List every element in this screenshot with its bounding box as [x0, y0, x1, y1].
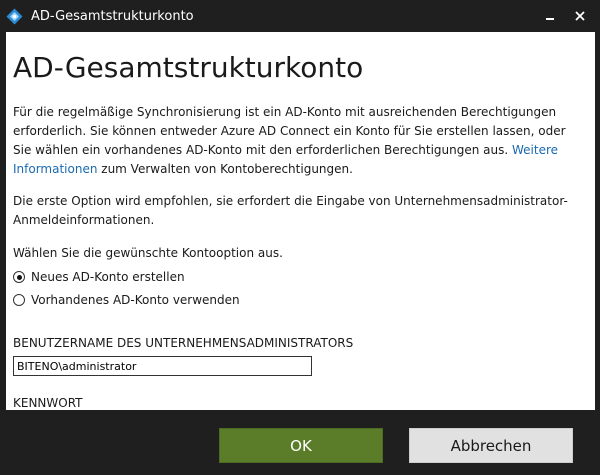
username-label: BENUTZERNAME DES UNTERNEHMENSADMINISTRAT…: [13, 336, 354, 350]
recommendation-paragraph: Die erste Option wird empfohlen, sie erf…: [13, 194, 568, 227]
radio-button[interactable]: [13, 294, 25, 306]
intro-paragraph: Für die regelmäßige Synchronisierung ist…: [13, 103, 585, 179]
choose-option-text: Wählen Sie die gewünschte Kontooption au…: [13, 246, 283, 260]
ok-button[interactable]: OK: [219, 428, 383, 463]
dialog-content: AD-Gesamtstrukturkonto Für die regelmäßi…: [6, 32, 595, 410]
password-label: KENNWORT: [13, 396, 83, 410]
radio-label: Vorhandenes AD-Konto verwenden: [31, 293, 240, 307]
radio-label: Neues AD-Konto erstellen: [31, 270, 185, 284]
close-icon[interactable]: [570, 6, 592, 26]
minimize-icon[interactable]: [540, 6, 562, 26]
page-title: AD-Gesamtstrukturkonto: [13, 51, 364, 84]
radio-button-selected[interactable]: [13, 271, 25, 283]
azure-ad-connect-diamond-icon: [6, 8, 23, 25]
intro-text: Für die regelmäßige Synchronisierung ist…: [13, 105, 566, 157]
intro-suffix: zum Verwalten von Kontoberechtigungen.: [97, 162, 353, 176]
scrollbar[interactable]: [595, 32, 600, 410]
window-title: AD-Gesamtstrukturkonto: [31, 9, 194, 24]
username-input[interactable]: [13, 356, 312, 376]
cancel-button[interactable]: Abbrechen: [409, 428, 573, 463]
title-bar: AD-Gesamtstrukturkonto: [0, 0, 600, 32]
